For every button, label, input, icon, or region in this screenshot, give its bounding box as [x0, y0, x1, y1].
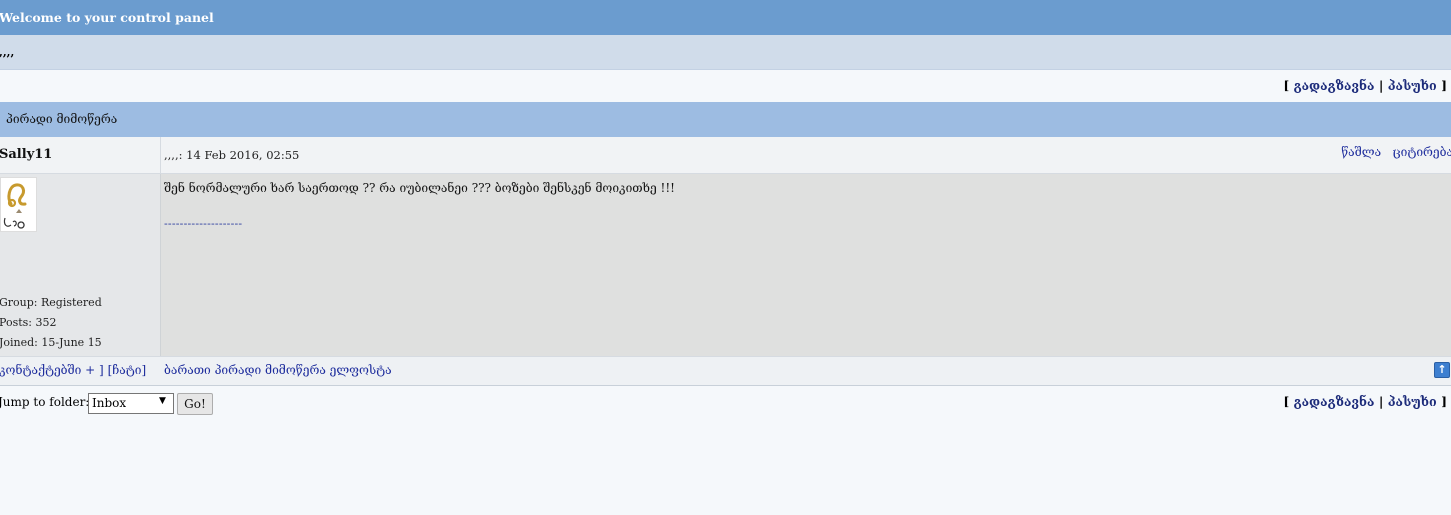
user-profile-links: ბარათი პირადი მიმოწერა ელფოსტა	[164, 363, 392, 377]
private-message-link[interactable]: პირადი მიმოწერა	[215, 363, 326, 377]
forward-button[interactable]: გადაგზავნა	[1294, 78, 1375, 93]
message-actions-top: [ გადაგზავნა | პასუხი ]	[1283, 78, 1447, 93]
quote-button[interactable]: ციტირება	[1393, 145, 1451, 159]
forward-button[interactable]: გადაგზავნა	[1294, 394, 1375, 409]
arrow-up-icon[interactable]: ↑	[1434, 362, 1450, 378]
control-panel-title: Welcome to your control panel	[0, 10, 214, 25]
user-joined: Joined: 15-June 15	[0, 336, 102, 349]
message-signature: --------------------	[164, 217, 243, 230]
post-actions: წაშლა ციტირება	[1341, 145, 1451, 159]
user-posts: Posts: 352	[0, 316, 57, 329]
jump-to-folder-label: Jump to folder:	[0, 395, 90, 409]
post-date: ,,,,: 14 Feb 2016, 02:55	[164, 148, 300, 162]
folder-select-value: Inbox	[92, 396, 127, 410]
message-body-cell	[160, 174, 1451, 356]
go-button[interactable]: Go!	[177, 393, 213, 415]
post-meta-cell	[160, 137, 1451, 174]
chat-link[interactable]: [ჩატი]	[108, 363, 147, 377]
pm-section-header	[0, 102, 1451, 137]
message-text: შენ ნორმალური ხარ საერთოდ ?? რა იუბილანე…	[164, 181, 675, 195]
delete-button[interactable]: წაშლა	[1341, 145, 1381, 159]
reply-button[interactable]: პასუხი	[1388, 78, 1437, 93]
message-actions-bottom: [ გადაგზავნა | პასუხი ]	[1283, 394, 1447, 409]
sub-header-text: ,,,,	[0, 46, 15, 59]
control-panel-header	[0, 0, 1451, 35]
profile-card-link[interactable]: ბარათი	[164, 363, 211, 377]
post-author-name[interactable]: Sally11	[0, 147, 52, 162]
reply-button[interactable]: პასუხი	[1388, 394, 1437, 409]
sub-header-bar	[0, 35, 1451, 70]
leo-zodiac-avatar	[0, 177, 37, 232]
pm-section-title: პირადი მიმოწერა	[6, 112, 118, 126]
add-contact-link[interactable]: კონტაქტებში + ]	[0, 363, 104, 377]
email-link[interactable]: ელფოსტა	[330, 363, 392, 377]
chevron-down-icon: ▼	[159, 396, 166, 406]
user-group: Group: Registered	[0, 296, 102, 309]
leo-icon	[3, 183, 27, 229]
user-contact-links: კონტაქტებში + ] [ჩატი]	[0, 363, 146, 377]
